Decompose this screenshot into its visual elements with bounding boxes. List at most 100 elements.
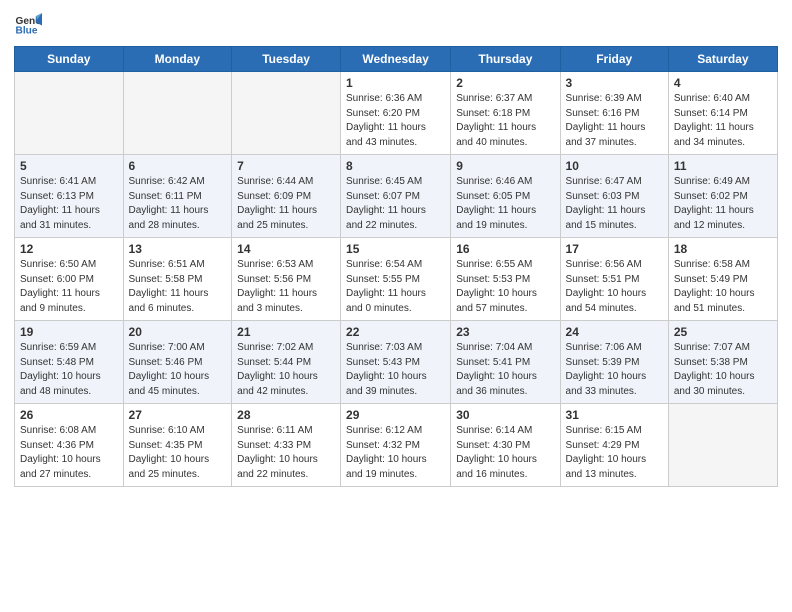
- day-info: Sunrise: 6:44 AMSunset: 6:09 PMDaylight:…: [237, 175, 335, 233]
- calendar-cell: 30 Sunrise: 6:14 AMSunset: 4:30 PMDayligh…: [451, 404, 560, 487]
- calendar-cell: 21 Sunrise: 7:02 AMSunset: 5:44 PMDayligh…: [232, 321, 341, 404]
- calendar-cell: 10Sunrise: 6:47 AMSunset: 6:03 PMDayligh…: [560, 155, 668, 238]
- calendar-cell: 13 Sunrise: 6:51 AMSunset: 5:58 PMDayligh…: [123, 238, 232, 321]
- day-info: Sunrise: 6:46 AMSunset: 6:05 PMDaylight:…: [456, 175, 554, 233]
- svg-text:Blue: Blue: [16, 25, 38, 36]
- day-info: Sunrise: 6:37 AMSunset: 6:18 PMDaylight:…: [456, 92, 554, 150]
- day-info: Sunrise: 7:07 AMSunset: 5:38 PMDaylight:…: [674, 341, 772, 399]
- calendar-cell: 16Sunrise: 6:55 AMSunset: 5:53 PMDayligh…: [451, 238, 560, 321]
- day-number: 1: [346, 76, 445, 90]
- calendar-cell: 1 Sunrise: 6:36 AMSunset: 6:20 PMDaylight…: [341, 72, 451, 155]
- day-number: 20: [129, 325, 227, 339]
- day-number: 27: [129, 408, 227, 422]
- day-info: Sunrise: 7:06 AMSunset: 5:39 PMDaylight:…: [566, 341, 663, 399]
- calendar-cell: 29Sunrise: 6:12 AMSunset: 4:32 PMDayligh…: [341, 404, 451, 487]
- day-number: 23: [456, 325, 554, 339]
- calendar-cell: 8 Sunrise: 6:45 AMSunset: 6:07 PMDaylight…: [341, 155, 451, 238]
- day-info: Sunrise: 6:59 AMSunset: 5:48 PMDaylight:…: [20, 341, 118, 399]
- day-number: 22: [346, 325, 445, 339]
- weekday-header-monday: Monday: [123, 47, 232, 72]
- day-number: 28: [237, 408, 335, 422]
- calendar-cell: [668, 404, 777, 487]
- day-number: 4: [674, 76, 772, 90]
- day-number: 31: [566, 408, 663, 422]
- day-info: Sunrise: 6:08 AMSunset: 4:36 PMDaylight:…: [20, 424, 118, 482]
- day-info: Sunrise: 6:10 AMSunset: 4:35 PMDaylight:…: [129, 424, 227, 482]
- day-number: 21: [237, 325, 335, 339]
- calendar-cell: 15 Sunrise: 6:54 AMSunset: 5:55 PMDayligh…: [341, 238, 451, 321]
- day-info: Sunrise: 6:56 AMSunset: 5:51 PMDaylight:…: [566, 258, 663, 316]
- day-number: 2: [456, 76, 554, 90]
- day-info: Sunrise: 6:51 AMSunset: 5:58 PMDaylight:…: [129, 258, 227, 316]
- calendar-cell: 20 Sunrise: 7:00 AMSunset: 5:46 PMDayligh…: [123, 321, 232, 404]
- weekday-header-thursday: Thursday: [451, 47, 560, 72]
- day-number: 6: [129, 159, 227, 173]
- day-info: Sunrise: 6:36 AMSunset: 6:20 PMDaylight:…: [346, 92, 445, 150]
- calendar-week-5: 26 Sunrise: 6:08 AMSunset: 4:36 PMDayligh…: [15, 404, 778, 487]
- calendar-cell: 4 Sunrise: 6:40 AMSunset: 6:14 PMDaylight…: [668, 72, 777, 155]
- calendar-cell: 26 Sunrise: 6:08 AMSunset: 4:36 PMDayligh…: [15, 404, 124, 487]
- day-info: Sunrise: 6:45 AMSunset: 6:07 PMDaylight:…: [346, 175, 445, 233]
- day-number: 17: [566, 242, 663, 256]
- calendar-cell: 18Sunrise: 6:58 AMSunset: 5:49 PMDayligh…: [668, 238, 777, 321]
- day-number: 18: [674, 242, 772, 256]
- calendar-cell: 5Sunrise: 6:41 AMSunset: 6:13 PMDaylight…: [15, 155, 124, 238]
- day-number: 12: [20, 242, 118, 256]
- weekday-header-sunday: Sunday: [15, 47, 124, 72]
- day-number: 29: [346, 408, 445, 422]
- day-info: Sunrise: 6:15 AMSunset: 4:29 PMDaylight:…: [566, 424, 663, 482]
- calendar-cell: [123, 72, 232, 155]
- day-info: Sunrise: 6:14 AMSunset: 4:30 PMDaylight:…: [456, 424, 554, 482]
- calendar-cell: [232, 72, 341, 155]
- day-number: 7: [237, 159, 335, 173]
- calendar-cell: 11 Sunrise: 6:49 AMSunset: 6:02 PMDayligh…: [668, 155, 777, 238]
- day-number: 8: [346, 159, 445, 173]
- day-number: 25: [674, 325, 772, 339]
- calendar-cell: 28Sunrise: 6:11 AMSunset: 4:33 PMDayligh…: [232, 404, 341, 487]
- calendar-cell: 2 Sunrise: 6:37 AMSunset: 6:18 PMDaylight…: [451, 72, 560, 155]
- page: General Blue SundayMondayTuesdayWednesda…: [0, 0, 792, 612]
- calendar-cell: 3Sunrise: 6:39 AMSunset: 6:16 PMDaylight…: [560, 72, 668, 155]
- calendar-cell: 9 Sunrise: 6:46 AMSunset: 6:05 PMDaylight…: [451, 155, 560, 238]
- day-number: 10: [566, 159, 663, 173]
- calendar-week-3: 12Sunrise: 6:50 AMSunset: 6:00 PMDayligh…: [15, 238, 778, 321]
- calendar-cell: 14 Sunrise: 6:53 AMSunset: 5:56 PMDayligh…: [232, 238, 341, 321]
- weekday-header-wednesday: Wednesday: [341, 47, 451, 72]
- day-info: Sunrise: 6:49 AMSunset: 6:02 PMDaylight:…: [674, 175, 772, 233]
- calendar-cell: 25 Sunrise: 7:07 AMSunset: 5:38 PMDayligh…: [668, 321, 777, 404]
- calendar-week-1: 1 Sunrise: 6:36 AMSunset: 6:20 PMDaylight…: [15, 72, 778, 155]
- day-number: 24: [566, 325, 663, 339]
- day-number: 26: [20, 408, 118, 422]
- calendar-cell: 31 Sunrise: 6:15 AMSunset: 4:29 PMDayligh…: [560, 404, 668, 487]
- day-info: Sunrise: 6:54 AMSunset: 5:55 PMDaylight:…: [346, 258, 445, 316]
- weekday-header-tuesday: Tuesday: [232, 47, 341, 72]
- calendar-table: SundayMondayTuesdayWednesdayThursdayFrid…: [14, 46, 778, 487]
- day-info: Sunrise: 6:41 AMSunset: 6:13 PMDaylight:…: [20, 175, 118, 233]
- calendar-cell: 7 Sunrise: 6:44 AMSunset: 6:09 PMDaylight…: [232, 155, 341, 238]
- day-info: Sunrise: 7:04 AMSunset: 5:41 PMDaylight:…: [456, 341, 554, 399]
- day-info: Sunrise: 7:03 AMSunset: 5:43 PMDaylight:…: [346, 341, 445, 399]
- day-number: 15: [346, 242, 445, 256]
- calendar-cell: 27 Sunrise: 6:10 AMSunset: 4:35 PMDayligh…: [123, 404, 232, 487]
- day-info: Sunrise: 6:42 AMSunset: 6:11 PMDaylight:…: [129, 175, 227, 233]
- weekday-header-friday: Friday: [560, 47, 668, 72]
- day-info: Sunrise: 6:55 AMSunset: 5:53 PMDaylight:…: [456, 258, 554, 316]
- calendar-cell: 23 Sunrise: 7:04 AMSunset: 5:41 PMDayligh…: [451, 321, 560, 404]
- calendar-week-2: 5Sunrise: 6:41 AMSunset: 6:13 PMDaylight…: [15, 155, 778, 238]
- day-number: 14: [237, 242, 335, 256]
- day-number: 13: [129, 242, 227, 256]
- day-number: 11: [674, 159, 772, 173]
- calendar-cell: 17 Sunrise: 6:56 AMSunset: 5:51 PMDayligh…: [560, 238, 668, 321]
- day-info: Sunrise: 6:53 AMSunset: 5:56 PMDaylight:…: [237, 258, 335, 316]
- logo-icon: General Blue: [14, 10, 42, 38]
- weekday-header-saturday: Saturday: [668, 47, 777, 72]
- day-info: Sunrise: 7:02 AMSunset: 5:44 PMDaylight:…: [237, 341, 335, 399]
- day-number: 30: [456, 408, 554, 422]
- weekday-header-row: SundayMondayTuesdayWednesdayThursdayFrid…: [15, 47, 778, 72]
- logo: General Blue: [14, 10, 46, 38]
- calendar-cell: 24 Sunrise: 7:06 AMSunset: 5:39 PMDayligh…: [560, 321, 668, 404]
- calendar-week-4: 19Sunrise: 6:59 AMSunset: 5:48 PMDayligh…: [15, 321, 778, 404]
- day-number: 9: [456, 159, 554, 173]
- day-info: Sunrise: 6:40 AMSunset: 6:14 PMDaylight:…: [674, 92, 772, 150]
- day-info: Sunrise: 7:00 AMSunset: 5:46 PMDaylight:…: [129, 341, 227, 399]
